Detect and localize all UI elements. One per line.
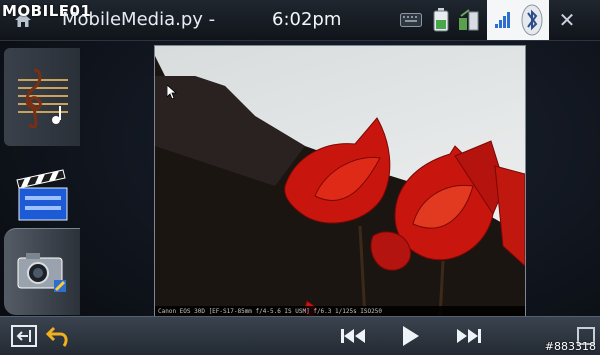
connectivity-panel[interactable] (487, 0, 549, 40)
play-icon (403, 326, 419, 346)
clapperboard-icon (16, 169, 68, 221)
sidebar-item-video[interactable] (4, 156, 80, 236)
device-screen: MOBILE01 MobileMedia.py - 6:02pm ✕ Canon… (0, 0, 600, 355)
exit-icon (11, 325, 37, 347)
sidebar (0, 40, 80, 315)
photo-image (155, 46, 525, 318)
exit-button[interactable] (10, 323, 38, 349)
photo-viewer[interactable]: Canon EOS 30D [EF-S17-85mm f/4-5.6 IS US… (154, 45, 526, 319)
status-bar: MOBILE01 MobileMedia.py - 6:02pm ✕ (0, 0, 600, 41)
next-button[interactable] (454, 323, 484, 349)
mouse-cursor-icon (166, 84, 178, 100)
previous-icon (341, 329, 365, 343)
music-icon (18, 68, 68, 128)
sidebar-item-photos[interactable] (4, 228, 80, 315)
app-title: MobileMedia.py - (62, 9, 216, 30)
play-button[interactable] (397, 323, 425, 349)
close-icon[interactable]: ✕ (557, 8, 577, 32)
back-icon (46, 326, 68, 347)
clock: 6:02pm (272, 9, 342, 30)
previous-button[interactable] (338, 323, 368, 349)
network-icon[interactable] (456, 6, 482, 34)
next-icon (457, 329, 481, 343)
back-button[interactable] (44, 323, 72, 349)
camera-icon (17, 253, 66, 292)
battery-icon[interactable] (430, 6, 452, 34)
media-control-bar: #883318 (0, 316, 600, 355)
signal-icon (495, 4, 543, 36)
watermark-credit: #883318 (544, 340, 596, 353)
sidebar-item-music[interactable] (4, 48, 80, 146)
keyboard-icon[interactable] (398, 6, 424, 34)
